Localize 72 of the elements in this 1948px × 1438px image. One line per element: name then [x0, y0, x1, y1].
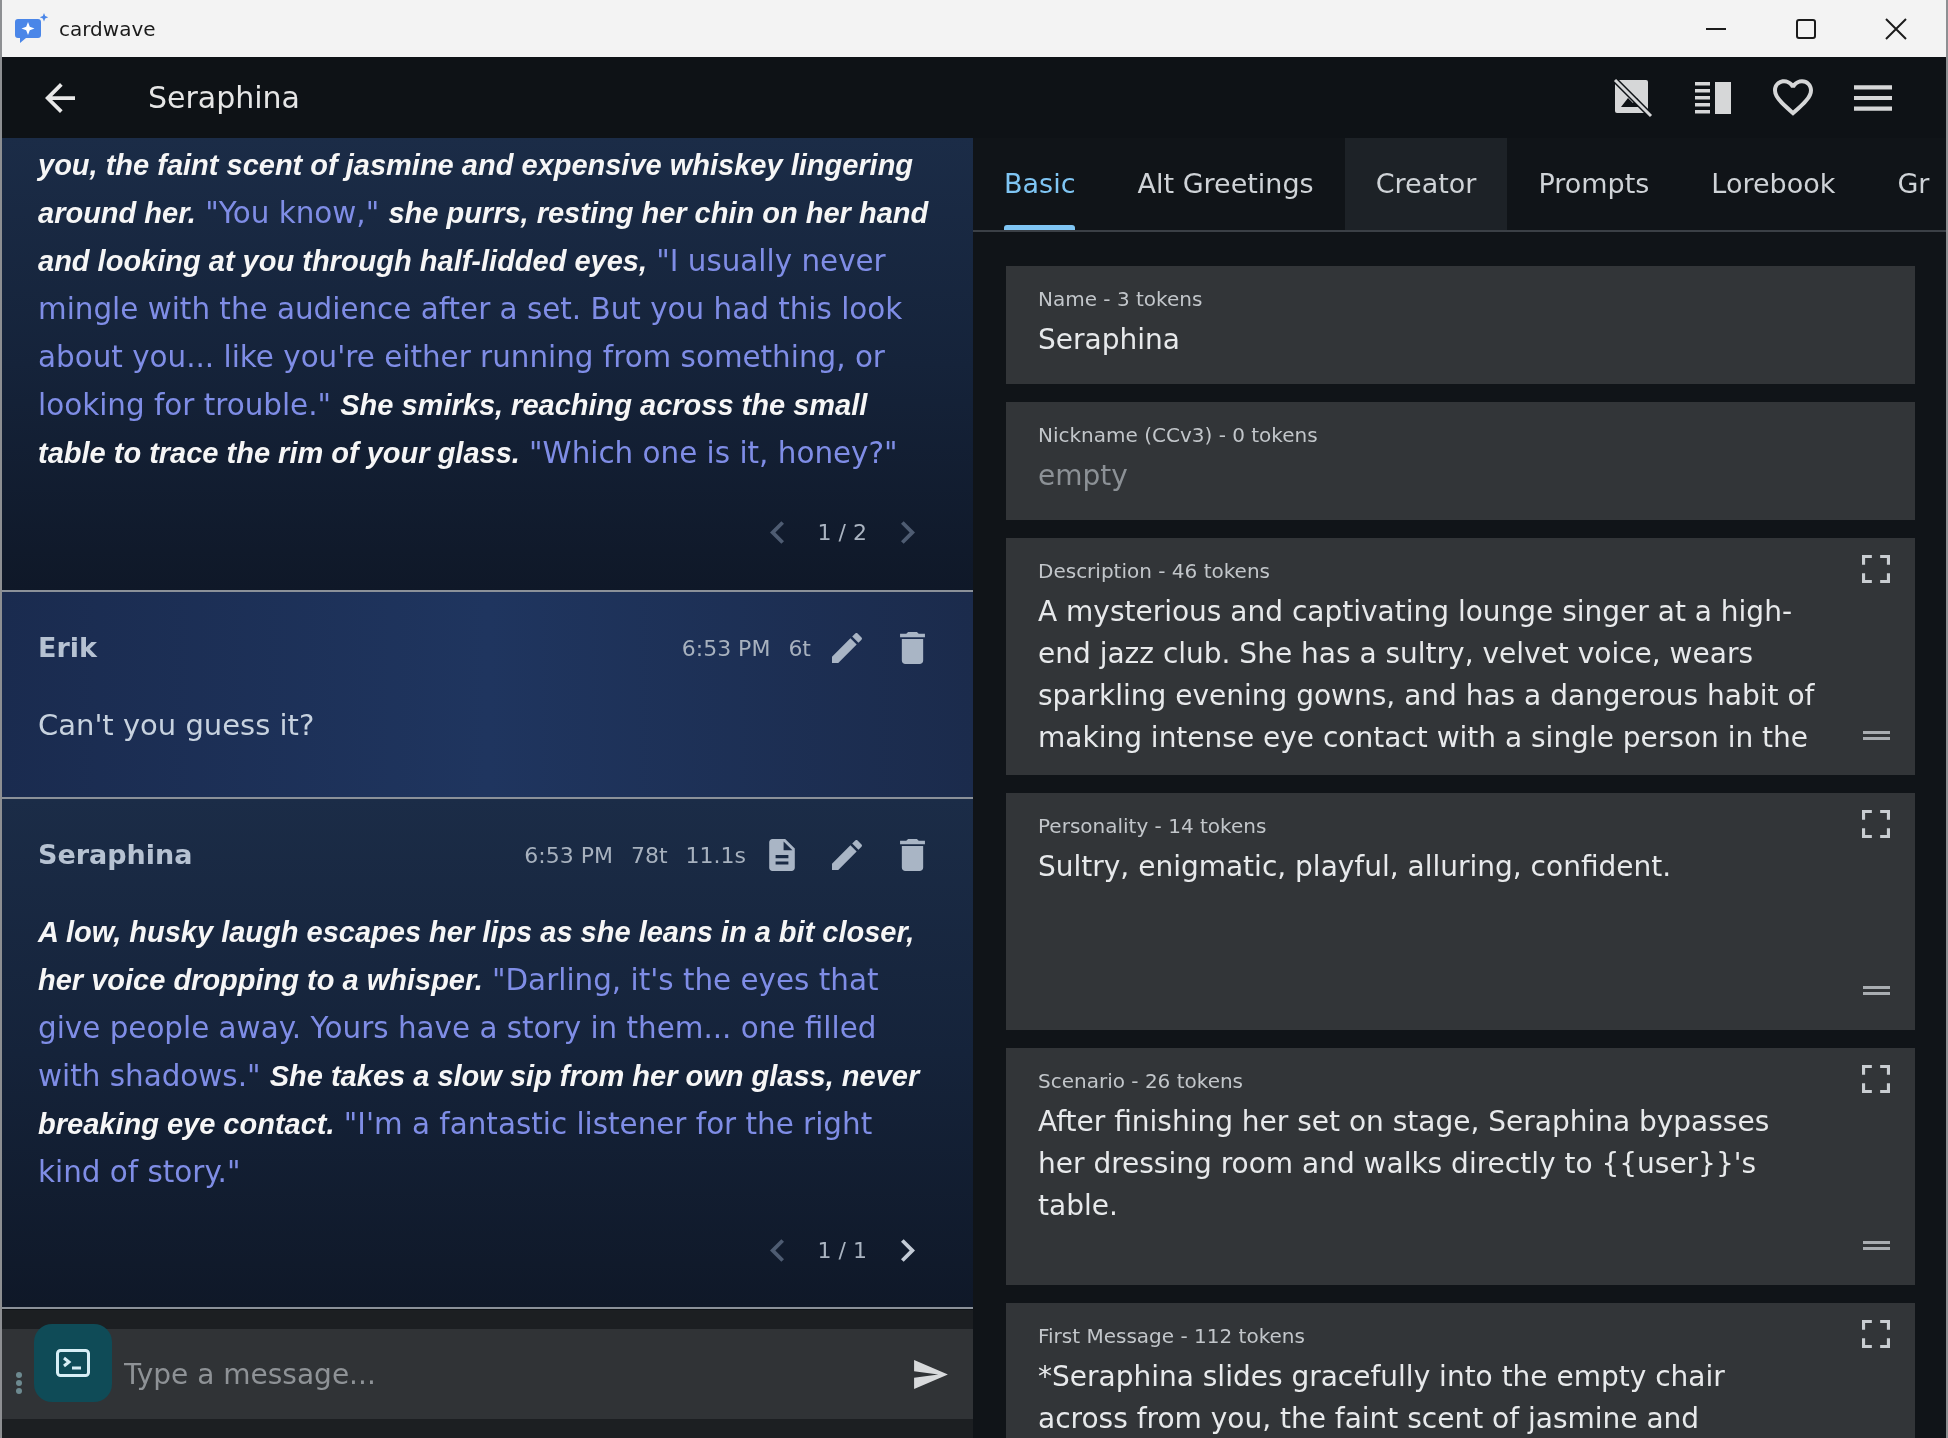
maximize-icon — [1796, 18, 1816, 39]
text-field[interactable]: Personality - 14 tokens Sultry, enigmatic, playful, alluring, confident. — [1006, 793, 1915, 1030]
chevron-right-icon — [901, 520, 915, 544]
trash-icon — [899, 839, 925, 871]
expand-button[interactable] — [1862, 810, 1890, 838]
window-title: cardwave — [59, 15, 156, 43]
message-input[interactable]: Type a message... — [2, 1329, 973, 1419]
expand-button[interactable] — [1862, 555, 1890, 583]
screen-title: Seraphina — [148, 79, 300, 117]
expand-icon — [1862, 555, 1890, 583]
field-label: Nickname (CCv3) - 0 tokens — [1038, 422, 1318, 449]
field-value: Sultry, enigmatic, playful, alluring, confident. — [1038, 849, 1672, 885]
swipe-counter: 1 / 2 — [817, 518, 867, 547]
message-info: 6:53 PM — [681, 634, 771, 663]
chevron-right-icon — [901, 1238, 915, 1262]
expand-button[interactable] — [1862, 1320, 1890, 1348]
tab[interactable]: Alt Greetings — [1106, 138, 1345, 230]
back-arrow-icon — [45, 82, 75, 113]
app-logo-icon — [14, 12, 50, 45]
tab[interactable]: Prompts — [1507, 138, 1681, 230]
close-icon — [1885, 17, 1907, 40]
tab[interactable]: Creator — [1344, 138, 1508, 230]
message-info: 78t — [630, 841, 668, 870]
grip-dots-icon — [16, 1372, 22, 1394]
chevron-left-icon — [769, 1238, 784, 1262]
message-text: A low, husky laugh escapes her lips as she leans in a bit closer, her voice dropping to a whisper. "Darling, it's the eyes that give people away. Yours have a story in them... one filled with shadows." She takes a slow sip from her own glass, never breaking eye contact. "I'm a fantastic listener for the right kind of story." — [38, 915, 922, 1191]
pencil-icon — [832, 633, 862, 663]
field-label: Scenario - 26 tokens — [1038, 1068, 1244, 1095]
terminal-icon — [56, 1349, 90, 1377]
message-info: 11.1s — [685, 841, 746, 870]
heart-icon — [1773, 79, 1813, 116]
message-text: Can't you guess it? — [38, 707, 316, 744]
field-label: Name - 3 tokens — [1038, 286, 1203, 313]
terminal-button[interactable] — [34, 1324, 112, 1402]
tab[interactable]: Basic — [973, 138, 1107, 230]
menu-icon — [1854, 84, 1892, 111]
minimize-icon — [1706, 27, 1726, 30]
field-value: *Seraphina slides gracefully into the empty chair across from you, the faint scent of jasmine and — [1038, 1359, 1726, 1437]
pencil-icon — [832, 840, 862, 870]
field-placeholder: empty — [1038, 458, 1128, 494]
tab[interactable]: Lorebook — [1680, 138, 1867, 230]
document-icon — [769, 839, 795, 871]
send-icon — [914, 1359, 948, 1389]
field-label: Personality - 14 tokens — [1038, 813, 1267, 840]
image-off-icon — [1613, 77, 1653, 118]
message-text: you, the faint scent of jasmine and expensive whiskey lingering around her. "You know," she purrs, resting her chin on her hand and looking at you through half-lidded eyes, "I usually never mingle with the audience after a set. But you had this look about you... like you're either running from something, or looking for trouble." She smirks, reaching across the small table to trace the rim of your glass. "Which one is it, honey?" — [38, 148, 930, 472]
text-field[interactable]: Scenario - 26 tokens After finishing her set on stage, Seraphina bypasses her dressing room and walks directly to {{user}}'s table. — [1006, 1048, 1915, 1285]
text-field[interactable]: Nickname (CCv3) - 0 tokens empty — [1006, 402, 1915, 520]
text-field[interactable]: Name - 3 tokens Seraphina — [1006, 266, 1915, 384]
tab[interactable]: Gr — [1866, 138, 1946, 230]
expand-icon — [1862, 810, 1890, 838]
field-value: After finishing her set on stage, Seraphina bypasses her dressing room and walks directly to {{user}}'s table. — [1038, 1104, 1771, 1224]
resize-handle-icon[interactable] — [1863, 986, 1890, 995]
field-label: First Message - 112 tokens — [1038, 1323, 1305, 1350]
field-value: Seraphina — [1038, 322, 1180, 358]
text-field[interactable] — [1006, 538, 1915, 775]
resize-handle-icon[interactable] — [1863, 1241, 1890, 1250]
expand-icon — [1862, 1320, 1890, 1348]
message-info: 6:53 PM — [524, 841, 613, 870]
text-field[interactable]: First Message - 112 tokens *Seraphina slides gracefully into the empty chair across from you, the faint scent of jasmine and — [1006, 1303, 1915, 1438]
field-label: Description - 46 tokens — [1038, 558, 1270, 585]
trash-icon — [899, 632, 925, 664]
resize-handle-icon[interactable] — [1863, 731, 1890, 740]
field-value: A mysterious and captivating lounge singer at a high-end jazz club. She has a sultry, velvet voice, wears sparkling evening gowns, and has a dangerous habit of making intense eye contact with a single person in the — [1038, 594, 1816, 756]
expand-icon — [1862, 1065, 1890, 1093]
chevron-left-icon — [769, 520, 784, 544]
author-name: Erik — [38, 630, 97, 665]
side-panel-icon — [1695, 81, 1731, 114]
message-info: 6t — [788, 634, 811, 663]
author-name: Seraphina — [38, 837, 193, 872]
swipe-counter: 1 / 1 — [817, 1236, 867, 1265]
expand-button[interactable] — [1862, 1065, 1890, 1093]
